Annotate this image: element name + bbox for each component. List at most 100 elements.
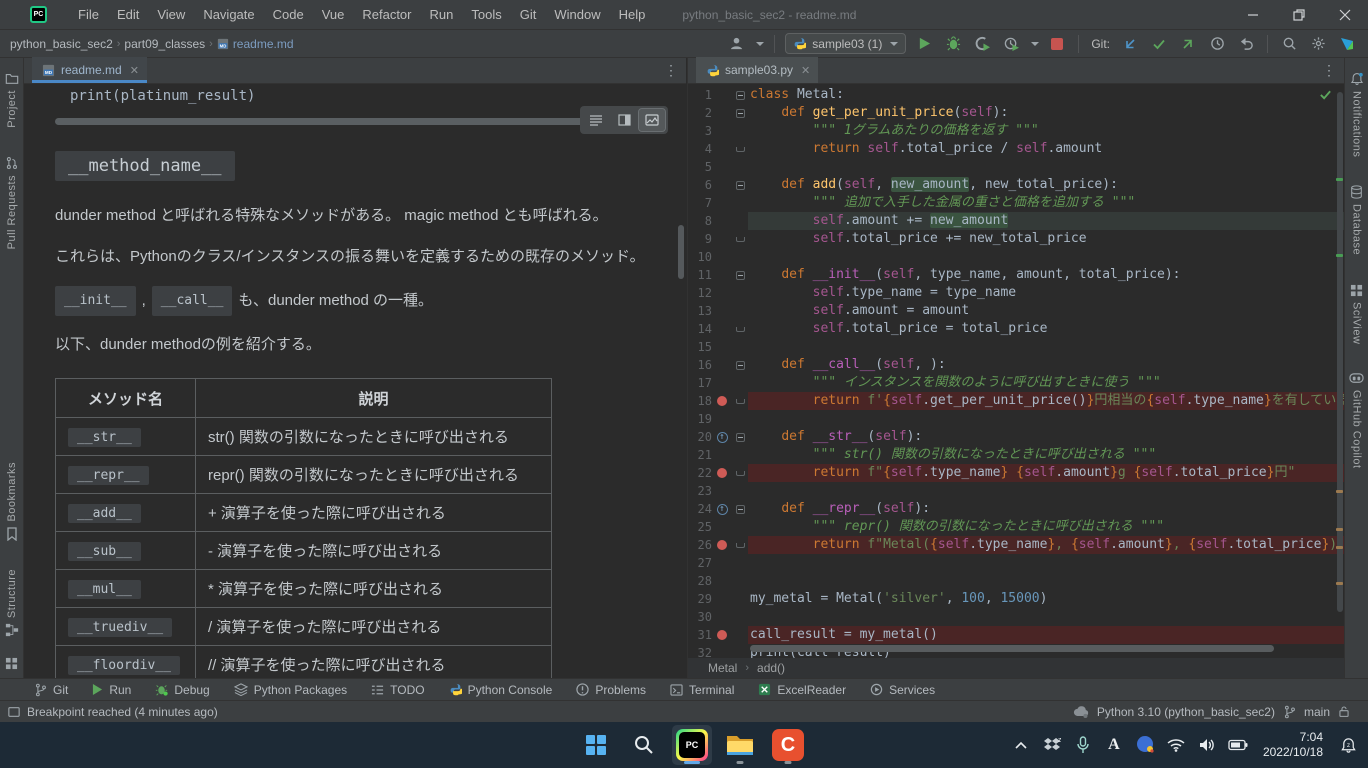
- maximize-button[interactable]: [1276, 0, 1322, 30]
- show-preview-only-icon[interactable]: [639, 109, 665, 131]
- show-editor-and-preview-icon[interactable]: [611, 109, 637, 131]
- code-line[interactable]: 14 self.total_price = total_price: [688, 320, 1344, 338]
- fold-end-icon[interactable]: [736, 147, 745, 152]
- line-number[interactable]: 22: [688, 464, 712, 482]
- menu-tools[interactable]: Tools: [462, 4, 510, 25]
- microphone-icon[interactable]: [1071, 731, 1095, 759]
- code-line[interactable]: 4 return self.total_price / self.amount: [688, 140, 1344, 158]
- code-line[interactable]: 2 def get_per_unit_price(self):: [688, 104, 1344, 122]
- line-number[interactable]: 8: [688, 212, 712, 230]
- dropbox-icon[interactable]: z: [1040, 731, 1064, 759]
- code-line[interactable]: 23: [688, 482, 1344, 500]
- menu-code[interactable]: Code: [264, 4, 313, 25]
- code-line[interactable]: 8 self.amount += new_amount: [688, 212, 1344, 230]
- tool-window-button-todo[interactable]: TODO: [371, 683, 424, 697]
- fold-marker-icon[interactable]: [736, 181, 745, 190]
- code-line[interactable]: 28: [688, 572, 1344, 590]
- line-number[interactable]: 9: [688, 230, 712, 248]
- run-icon[interactable]: [913, 33, 935, 55]
- code-line[interactable]: 17 """ インスタンスを関数のように呼び出すときに使う """: [688, 374, 1344, 392]
- menu-refactor[interactable]: Refactor: [353, 4, 420, 25]
- line-number[interactable]: 25: [688, 518, 712, 536]
- editor-hscrollbar[interactable]: [750, 645, 1274, 652]
- user-icon[interactable]: [725, 33, 747, 55]
- tool-window-button-git[interactable]: Git: [34, 683, 68, 697]
- tray-expand-icon[interactable]: [1009, 731, 1033, 759]
- ime-a-icon[interactable]: A: [1102, 731, 1126, 759]
- code-line[interactable]: 11 def __init__(self, type_name, amount,…: [688, 266, 1344, 284]
- taskbar-clock[interactable]: 7:04 2022/10/18: [1263, 730, 1323, 760]
- line-number[interactable]: 12: [688, 284, 712, 302]
- code-line[interactable]: 5: [688, 158, 1344, 176]
- code-line[interactable]: 21 """ str() 関数の引数になったときに呼び出される """: [688, 446, 1344, 464]
- taskbar-camtasia-button[interactable]: C: [768, 725, 808, 765]
- line-number[interactable]: 27: [688, 554, 712, 572]
- tab-readme-md[interactable]: MD readme.md ✕: [32, 57, 147, 83]
- code-line[interactable]: 10: [688, 248, 1344, 266]
- code-line[interactable]: 7 """ 追加で入手した金属の重さと価格を追加する """: [688, 194, 1344, 212]
- breadcrumb[interactable]: python_basic_sec2›part09_classes›MDreadm…: [10, 37, 294, 51]
- line-number[interactable]: 20: [688, 428, 712, 446]
- code-line[interactable]: 13 self.amount = amount: [688, 302, 1344, 320]
- editor-breadcrumb[interactable]: Metal›add(): [688, 658, 1344, 678]
- line-number[interactable]: 30: [688, 608, 712, 626]
- menu-vue[interactable]: Vue: [313, 4, 354, 25]
- line-number[interactable]: 28: [688, 572, 712, 590]
- line-number[interactable]: 26: [688, 536, 712, 554]
- fold-end-icon[interactable]: [736, 543, 745, 548]
- tool-window-button-terminal[interactable]: Terminal: [670, 683, 734, 697]
- code-line[interactable]: 19: [688, 410, 1344, 428]
- commit-icon[interactable]: [1148, 33, 1170, 55]
- code-line[interactable]: 20↑ def __str__(self):: [688, 428, 1344, 446]
- run-configuration-select[interactable]: sample03 (1): [785, 33, 906, 54]
- browser-sphere-icon[interactable]: [1133, 731, 1157, 759]
- overrides-method-icon[interactable]: ↑: [717, 432, 728, 443]
- code-editor[interactable]: 1class Metal:2 def get_per_unit_price(se…: [688, 84, 1344, 658]
- interpreter-label[interactable]: Python 3.10 (python_basic_sec2): [1097, 705, 1275, 719]
- breakpoint-icon[interactable]: [717, 396, 727, 406]
- git-branch-label[interactable]: main: [1304, 705, 1330, 719]
- fold-marker-icon[interactable]: [736, 91, 745, 100]
- menu-window[interactable]: Window: [545, 4, 609, 25]
- line-number[interactable]: 16: [688, 356, 712, 374]
- code-line[interactable]: 27: [688, 554, 1344, 572]
- lock-icon[interactable]: [1338, 705, 1350, 718]
- line-number[interactable]: 7: [688, 194, 712, 212]
- close-button[interactable]: [1322, 0, 1368, 30]
- tool-window-button-python-packages[interactable]: Python Packages: [234, 683, 347, 697]
- line-number[interactable]: 31: [688, 626, 712, 644]
- menu-navigate[interactable]: Navigate: [194, 4, 263, 25]
- stripe-item-project[interactable]: Project: [5, 72, 19, 128]
- battery-icon[interactable]: [1226, 731, 1250, 759]
- line-number[interactable]: 4: [688, 140, 712, 158]
- line-number[interactable]: 6: [688, 176, 712, 194]
- popup-indicator-icon[interactable]: [8, 706, 20, 718]
- line-number[interactable]: 2: [688, 104, 712, 122]
- line-number[interactable]: 5: [688, 158, 712, 176]
- code-line[interactable]: 26 return f"Metal({self.type_name}, {sel…: [688, 536, 1344, 554]
- fold-marker-icon[interactable]: [736, 271, 745, 280]
- tool-window-button-debug[interactable]: Debug: [155, 683, 209, 697]
- breadcrumb-item[interactable]: add(): [757, 661, 785, 675]
- code-block-scrollbar[interactable]: [55, 118, 659, 125]
- line-number[interactable]: 24: [688, 500, 712, 518]
- stripe-item-structure[interactable]: Structure: [5, 569, 19, 637]
- stripe-item-github-copilot[interactable]: GitHub Copilot: [1349, 372, 1364, 469]
- code-line[interactable]: 12 self.type_name = type_name: [688, 284, 1344, 302]
- menu-view[interactable]: View: [148, 4, 194, 25]
- stripe-item-notifications[interactable]: Notifications: [1350, 72, 1364, 157]
- code-line[interactable]: 3 """ 1グラムあたりの価格を返す """: [688, 122, 1344, 140]
- line-number[interactable]: 3: [688, 122, 712, 140]
- fold-marker-icon[interactable]: [736, 433, 745, 442]
- code-line[interactable]: 6 def add(self, new_amount, new_total_pr…: [688, 176, 1344, 194]
- fold-end-icon[interactable]: [736, 399, 745, 404]
- breakpoint-icon[interactable]: [717, 468, 727, 478]
- start-button[interactable]: [576, 725, 616, 765]
- line-number[interactable]: 29: [688, 590, 712, 608]
- code-line[interactable]: 22 return f"{self.type_name} {self.amoun…: [688, 464, 1344, 482]
- code-line[interactable]: 31call_result = my_metal(): [688, 626, 1344, 644]
- fold-end-icon[interactable]: [736, 471, 745, 476]
- stop-icon[interactable]: [1046, 33, 1068, 55]
- tool-window-switcher-icon[interactable]: [5, 657, 18, 670]
- code-line[interactable]: 18 return f'{self.get_per_unit_price()}円…: [688, 392, 1344, 410]
